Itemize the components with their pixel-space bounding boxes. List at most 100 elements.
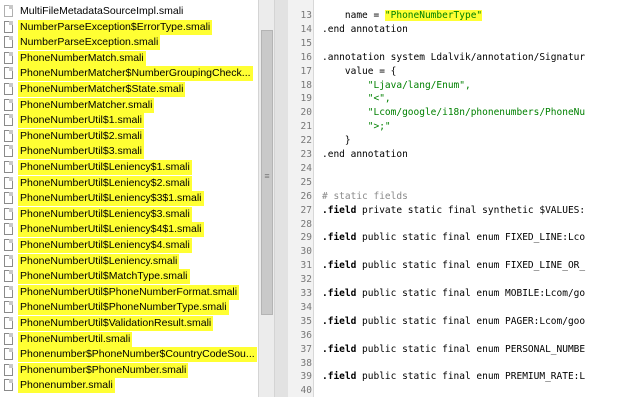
file-icon <box>4 83 13 95</box>
line-number: 26 <box>300 190 312 202</box>
file-name: PhoneNumberUtil.smali <box>18 331 133 347</box>
file-icon <box>4 98 13 111</box>
file-list-panel[interactable]: MultiFileMetadataSourceImpl.smali NumberP… <box>0 0 258 397</box>
code-line: .annotation system Ldalvik/annotation/Si… <box>322 51 586 63</box>
file-name: Phonenumber$PhoneNumber$CountryCodeSou..… <box>18 347 257 363</box>
line-number: 23 <box>300 149 312 160</box>
file-name: PhoneNumberUtil$Leniency$2.smali <box>18 175 192 191</box>
code-line: } <box>322 135 351 147</box>
file-icon <box>4 348 13 361</box>
file-name: PhoneNumberUtil$3.smali <box>18 144 144 160</box>
file-icon <box>4 114 13 127</box>
line-number: 35 <box>300 315 312 327</box>
file-name: Phonenumber$PhoneNumber.smali <box>18 362 189 378</box>
file-icon <box>4 270 13 283</box>
file-list-item[interactable]: PhoneNumberUtil.smali <box>0 331 258 347</box>
line-number: 21 <box>300 121 312 133</box>
file-name: NumberParseException$ErrorType.smali <box>18 19 213 35</box>
file-name: PhoneNumberMatcher.smali <box>18 97 155 113</box>
file-name: PhoneNumberUtil$1.smali <box>18 113 144 129</box>
file-name: PhoneNumberUtil$Leniency.smali <box>18 253 180 269</box>
file-list-item[interactable]: PhoneNumberUtil$ValidationResult.smali <box>0 316 258 331</box>
line-number: 13 <box>300 10 312 21</box>
line-number: 32 <box>300 274 312 286</box>
line-number: 16 <box>300 51 312 63</box>
file-icon <box>4 176 13 189</box>
file-list-item[interactable]: NumberParseException.smali <box>0 35 258 51</box>
line-number: 37 <box>300 343 312 355</box>
scrollbar-thumb[interactable]: ≡ <box>261 30 273 315</box>
file-name: PhoneNumberUtil$PhoneNumberFormat.smali <box>18 284 240 300</box>
file-name: PhoneNumberMatch.smali <box>18 50 146 66</box>
file-icon <box>4 51 13 64</box>
code-line: # static fields <box>322 190 408 202</box>
file-name: PhoneNumberUtil$Leniency$3$1.smali <box>18 191 204 207</box>
highlighted-string: "PhoneNumberType" <box>384 10 483 21</box>
file-icon <box>4 379 13 392</box>
line-number: 27 <box>300 204 312 216</box>
file-icon <box>4 254 13 267</box>
file-list-item[interactable]: PhoneNumberUtil$Leniency.smali <box>0 253 258 269</box>
file-list-item[interactable]: PhoneNumberUtil$Leniency$3$1.smali <box>0 191 258 207</box>
code-line: .field public static final enum PAGER:Lc… <box>322 315 586 327</box>
file-icon <box>4 20 13 33</box>
file-name: PhoneNumberMatcher$NumberGroupingCheck..… <box>18 66 253 82</box>
file-list-item[interactable]: PhoneNumberUtil$3.smali <box>0 144 258 160</box>
file-list-item[interactable]: PhoneNumberMatcher$NumberGroupingCheck..… <box>0 66 258 82</box>
file-name: PhoneNumberUtil$PhoneNumberType.smali <box>18 300 229 316</box>
file-name: PhoneNumberUtil$Leniency$1.smali <box>18 160 192 175</box>
line-number: 30 <box>300 246 312 258</box>
code-line: .end annotation <box>322 149 408 160</box>
file-list-item[interactable]: Phonenumber.smali <box>0 378 258 394</box>
line-number: 17 <box>300 65 312 77</box>
file-icon <box>4 332 13 345</box>
file-name: PhoneNumberUtil$MatchType.smali <box>18 269 190 285</box>
file-list-item[interactable]: PhoneNumberUtil$Leniency$4.smali <box>0 238 258 253</box>
file-list-item[interactable]: Phonenumber$PhoneNumber$CountryCodeSou..… <box>0 347 258 363</box>
file-name: NumberParseException.smali <box>18 35 161 51</box>
file-icon <box>4 161 13 173</box>
line-number: 33 <box>300 288 312 299</box>
file-list-item[interactable]: PhoneNumberUtil$Leniency$1.smali <box>0 160 258 175</box>
line-number: 29 <box>300 232 312 244</box>
code-line: .field public static final enum FIXED_LI… <box>322 232 586 244</box>
file-list-item[interactable]: PhoneNumberUtil$Leniency$4$1.smali <box>0 222 258 238</box>
file-list-item[interactable]: Phonenumber$PhoneNumber.smali <box>0 362 258 378</box>
panel-divider[interactable] <box>275 0 288 397</box>
file-icon <box>4 129 13 142</box>
file-list-item[interactable]: PhoneNumberUtil$MatchType.smali <box>0 269 258 285</box>
file-list-item[interactable]: PhoneNumberUtil$Leniency$2.smali <box>0 175 258 191</box>
file-list-item[interactable]: NumberParseException$ErrorType.smali <box>0 19 258 35</box>
file-list-item[interactable]: PhoneNumberUtil$PhoneNumberType.smali <box>0 300 258 316</box>
code-line: "Lcom/google/i18n/phonenumbers/PhoneNu <box>322 107 586 119</box>
file-list-item[interactable]: MultiFileMetadataSourceImpl.smali <box>0 4 258 19</box>
file-list-item[interactable]: PhoneNumberUtil$1.smali <box>0 113 258 129</box>
code-line: .field public static final enum PREMIUM_… <box>322 371 586 383</box>
line-number: 19 <box>300 93 312 105</box>
file-list-item[interactable]: PhoneNumberUtil$2.smali <box>0 128 258 144</box>
file-name: MultiFileMetadataSourceImpl.smali <box>20 5 184 17</box>
code-editor[interactable]: 13 14 15 16 17 18 19 20 21 22 23 24 25 26 27 28 29 30 31 32… <box>288 0 641 397</box>
file-list-item[interactable]: PhoneNumberMatch.smali <box>0 50 258 66</box>
line-number: 28 <box>300 218 312 230</box>
file-icon <box>4 192 13 205</box>
line-number-gutter: 13 14 15 16 17 18 19 20 21 22 23 24 25 26 27 28 29 30 31 32… <box>288 0 314 397</box>
line-number: 22 <box>300 135 312 147</box>
file-list-item[interactable]: PhoneNumberMatcher.smali <box>0 97 258 113</box>
code-line: name = "PhoneNumberType" <box>322 10 483 21</box>
file-icon <box>4 223 13 236</box>
file-list-item[interactable]: PhoneNumberUtil$Leniency$3.smali <box>0 206 258 222</box>
code-line: ">;" <box>322 121 391 133</box>
file-list-item[interactable]: PhoneNumberUtil$PhoneNumberFormat.smali <box>0 284 258 300</box>
file-list-scrollbar[interactable]: ≡ <box>258 0 275 397</box>
file-icon <box>4 207 13 220</box>
code-line: .end annotation <box>322 23 408 35</box>
file-icon <box>4 317 13 329</box>
code-line: "<", <box>322 93 391 105</box>
file-name: PhoneNumberMatcher$State.smali <box>18 82 186 97</box>
file-icon <box>4 145 13 158</box>
line-number: 40 <box>300 385 312 397</box>
file-list-item[interactable]: PhoneNumberMatcher$State.smali <box>0 82 258 97</box>
file-name: PhoneNumberUtil$ValidationResult.smali <box>18 316 214 331</box>
file-icon <box>4 301 13 314</box>
